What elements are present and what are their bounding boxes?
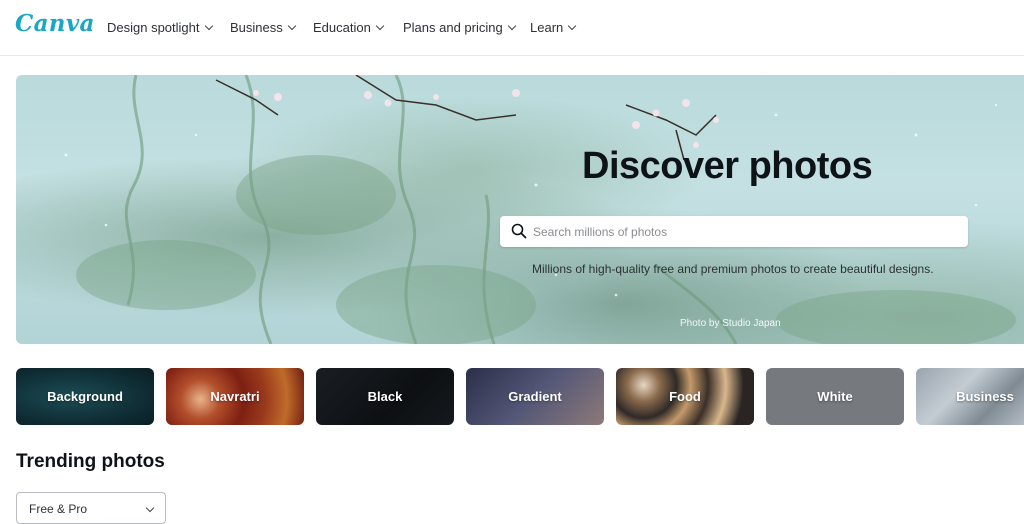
nav-design-spotlight[interactable]: Design spotlight (107, 20, 213, 35)
nav-label: Learn (530, 20, 564, 35)
chevron-down-icon (145, 503, 155, 513)
category-label: Black (367, 389, 403, 404)
nav-business[interactable]: Business (230, 20, 296, 35)
search-icon (511, 223, 527, 239)
hero-banner: Discover photos Millions of high-quality… (16, 75, 1024, 344)
category-label: White (817, 389, 853, 404)
chevron-down-icon (568, 21, 577, 30)
category-label: Gradient (508, 389, 562, 404)
category-card-gradient[interactable]: Gradient (466, 368, 604, 425)
chevron-down-icon (204, 21, 213, 30)
category-card-food[interactable]: Food (616, 368, 754, 425)
category-card-white[interactable]: White (766, 368, 904, 425)
nav-label: Design spotlight (107, 20, 200, 35)
photo-credit[interactable]: Photo by Studio Japan (680, 318, 781, 329)
trending-heading: Trending photos (16, 451, 165, 472)
hero-subtitle: Millions of high-quality free and premiu… (532, 262, 934, 276)
category-label: Background (47, 389, 123, 404)
canva-logo[interactable]: Canva (15, 10, 95, 37)
chevron-down-icon (507, 21, 516, 30)
top-header: Canva Design spotlight Business Educatio… (0, 0, 1024, 56)
nav-label: Education (313, 20, 371, 35)
category-label: Business (956, 389, 1014, 404)
hero-background-image (64, 75, 1016, 344)
category-card-black[interactable]: Black (316, 368, 454, 425)
category-card-business[interactable]: Business (916, 368, 1024, 425)
nav-plans-and-pricing[interactable]: Plans and pricing (403, 20, 516, 35)
search-input[interactable] (533, 216, 953, 247)
category-label: Food (669, 389, 701, 404)
category-label: Navratri (210, 389, 260, 404)
nav-education[interactable]: Education (313, 20, 385, 35)
nav-label: Business (230, 20, 283, 35)
logo-text: Canva (15, 10, 95, 37)
chevron-down-icon (375, 21, 385, 30)
nav-label: Plans and pricing (403, 20, 503, 35)
chevron-down-icon (287, 21, 296, 30)
page-title: Discover photos (582, 145, 873, 187)
license-filter-dropdown[interactable]: Free & Pro (16, 492, 166, 524)
category-card-navratri[interactable]: Navratri (166, 368, 304, 425)
dropdown-value: Free & Pro (29, 502, 88, 516)
photo-search-bar[interactable] (500, 216, 968, 247)
category-card-background[interactable]: Background (16, 368, 154, 425)
nav-learn[interactable]: Learn (530, 20, 577, 35)
